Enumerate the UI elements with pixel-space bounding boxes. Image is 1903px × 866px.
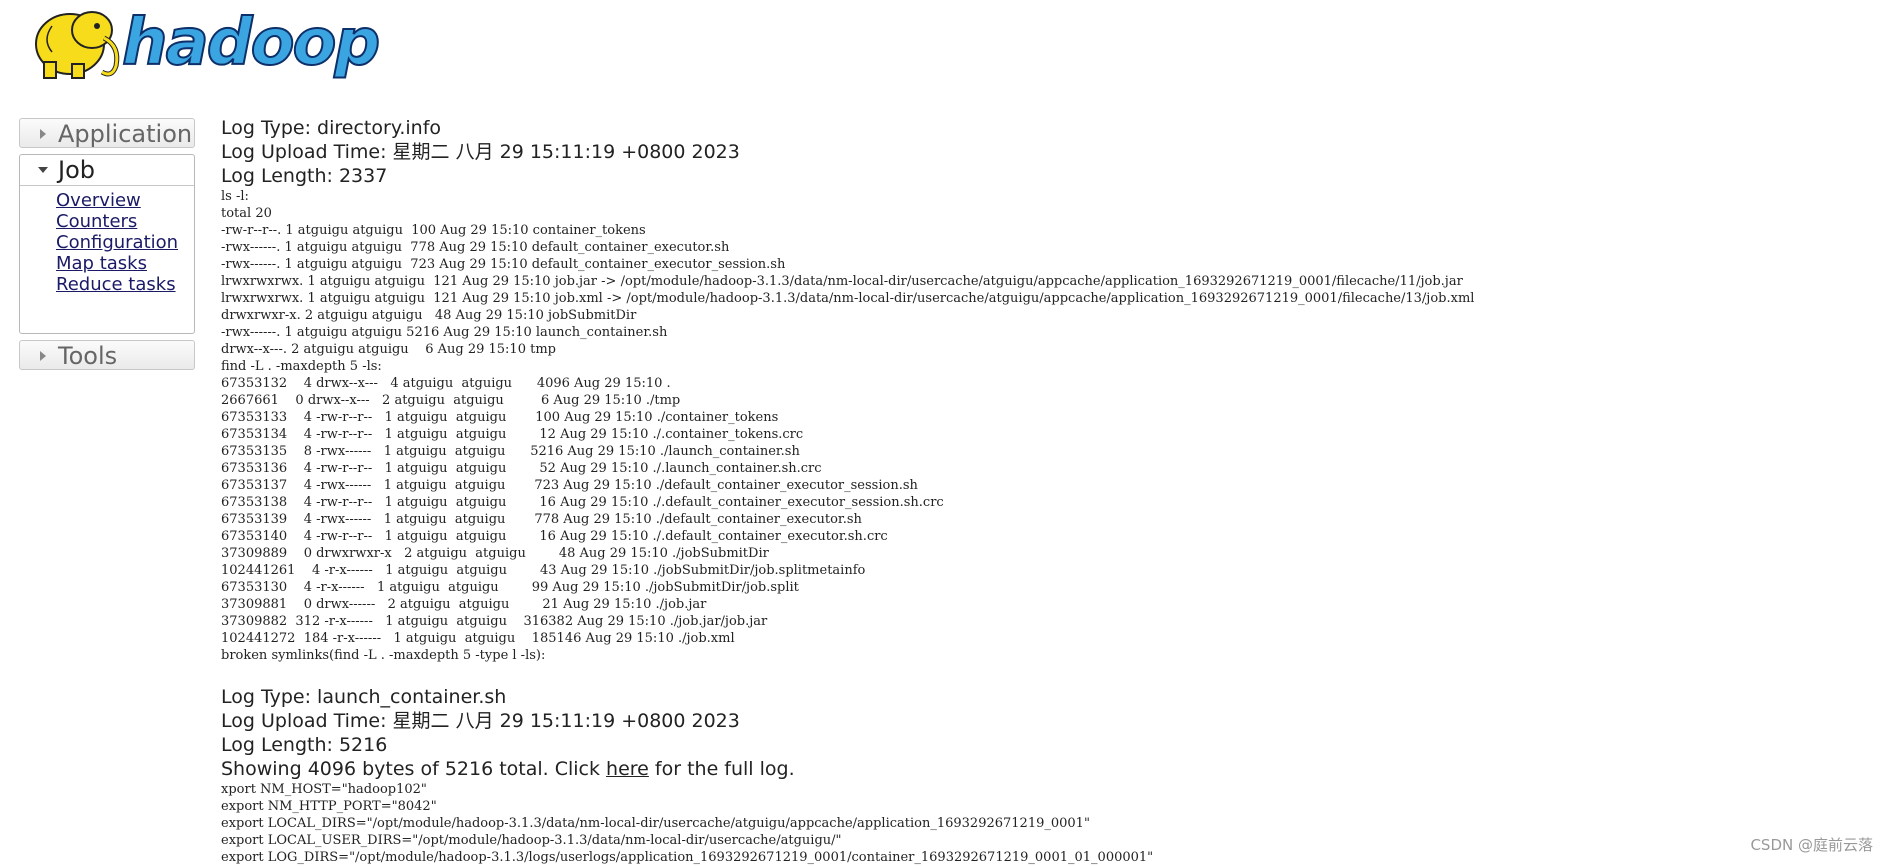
log-line: -rwx------. 1 atguigu atguigu 778 Aug 29… — [221, 240, 730, 255]
log-line: 67353138 4 -rw-r--r-- 1 atguigu atguigu … — [221, 495, 944, 510]
watermark: CSDN @庭前云落 — [1750, 836, 1873, 854]
log-line: export NM_HTTP_PORT="8042" — [221, 799, 437, 814]
log-truncation-notice: Showing 4096 bytes of 5216 total. Click … — [221, 757, 1881, 781]
triangle-right-icon — [40, 129, 46, 139]
section-label: Application — [58, 120, 193, 148]
log-upload-time: Log Upload Time: 星期二 八月 29 15:11:19 +080… — [221, 710, 740, 732]
log-line: 37309881 0 drwx------ 2 atguigu atguigu … — [221, 597, 707, 612]
link-reduce-tasks[interactable]: Reduce tasks — [56, 274, 176, 295]
log-line: xport NM_HOST="hadoop102" — [221, 782, 427, 797]
job-section-header[interactable]: Job — [20, 155, 194, 186]
log-line: -rwx------. 1 atguigu atguigu 723 Aug 29… — [221, 257, 786, 272]
log-line: 67353140 4 -rw-r--r-- 1 atguigu atguigu … — [221, 529, 888, 544]
log-line: 67353139 4 -rwx------ 1 atguigu atguigu … — [221, 512, 862, 527]
link-counters[interactable]: Counters — [56, 211, 137, 232]
logo-text: hadoop — [121, 6, 381, 80]
sidebar-section-job: Job Overview Counters Configuration Map … — [19, 154, 195, 334]
log-type: Log Type: launch_container.sh — [221, 686, 507, 708]
log-line: ls -l: — [221, 189, 249, 204]
log-line: lrwxrwxrwx. 1 atguigu atguigu 121 Aug 29… — [221, 291, 1475, 306]
log-line: 67353137 4 -rwx------ 1 atguigu atguigu … — [221, 478, 918, 493]
notice-suffix: for the full log. — [648, 758, 795, 780]
log-line: 67353132 4 drwx--x--- 4 atguigu atguigu … — [221, 376, 671, 391]
section-label: Job — [58, 156, 95, 184]
log-line: 67353130 4 -r-x------ 1 atguigu atguigu … — [221, 580, 799, 595]
section-label: Tools — [58, 342, 118, 370]
triangle-right-icon — [40, 351, 46, 361]
job-links: Overview Counters Configuration Map task… — [20, 190, 194, 295]
notice-prefix: Showing 4096 bytes of 5216 total. Click — [221, 758, 607, 780]
log-line: drwx--x---. 2 atguigu atguigu 6 Aug 29 1… — [221, 342, 556, 357]
sidebar-nav: Application Job Overview Counters Config… — [19, 118, 195, 370]
log-line: export LOCAL_USER_DIRS="/opt/module/hado… — [221, 833, 842, 848]
link-map-tasks[interactable]: Map tasks — [56, 253, 147, 274]
log-line: find -L . -maxdepth 5 -ls: — [221, 359, 382, 374]
log-line: 102441272 184 -r-x------ 1 atguigu atgui… — [221, 631, 735, 646]
log-line: lrwxrwxrwx. 1 atguigu atguigu 121 Aug 29… — [221, 274, 1463, 289]
log-line: 102441261 4 -r-x------ 1 atguigu atguigu… — [221, 563, 866, 578]
log-line: 67353134 4 -rw-r--r-- 1 atguigu atguigu … — [221, 427, 804, 442]
log-line: 2667661 0 drwx--x--- 2 atguigu atguigu 6… — [221, 393, 681, 408]
log-length: Log Length: 2337 — [221, 165, 388, 187]
log-upload-time: Log Upload Time: 星期二 八月 29 15:11:19 +080… — [221, 141, 740, 163]
sidebar-section-tools[interactable]: Tools — [19, 340, 195, 370]
log-body: xport NM_HOST="hadoop102" export NM_HTTP… — [221, 781, 1881, 866]
log-type: Log Type: directory.info — [221, 117, 442, 139]
log-line: drwxrwxr-x. 2 atguigu atguigu 48 Aug 29 … — [221, 308, 637, 323]
hadoop-logo[interactable]: hadoop — [22, 0, 402, 92]
triangle-down-icon — [38, 167, 48, 173]
log-line: -rw-r--r--. 1 atguigu atguigu 100 Aug 29… — [221, 223, 646, 238]
link-overview[interactable]: Overview — [56, 190, 141, 211]
log-line: export LOCAL_DIRS="/opt/module/hadoop-3.… — [221, 816, 1090, 831]
log-line: 67353136 4 -rw-r--r-- 1 atguigu atguigu … — [221, 461, 822, 476]
link-configuration[interactable]: Configuration — [56, 232, 178, 253]
log-line: broken symlinks(find -L . -maxdepth 5 -t… — [221, 648, 546, 663]
log-content: Log Type: directory.info Log Upload Time… — [221, 116, 1881, 866]
log-line: -rwx------. 1 atguigu atguigu 5216 Aug 2… — [221, 325, 668, 340]
log-body: ls -l: total 20 -rw-r--r--. 1 atguigu at… — [221, 188, 1881, 664]
log-length: Log Length: 5216 — [221, 734, 388, 756]
log-line: 67353135 8 -rwx------ 1 atguigu atguigu … — [221, 444, 800, 459]
log-line: 37309882 312 -r-x------ 1 atguigu atguig… — [221, 614, 768, 629]
sidebar-section-application[interactable]: Application — [19, 118, 195, 148]
log-line: 67353133 4 -rw-r--r-- 1 atguigu atguigu … — [221, 410, 779, 425]
log-line: total 20 — [221, 206, 272, 221]
log-line: 37309889 0 drwxrwxr-x 2 atguigu atguigu … — [221, 546, 769, 561]
full-log-link[interactable]: here — [606, 758, 649, 780]
